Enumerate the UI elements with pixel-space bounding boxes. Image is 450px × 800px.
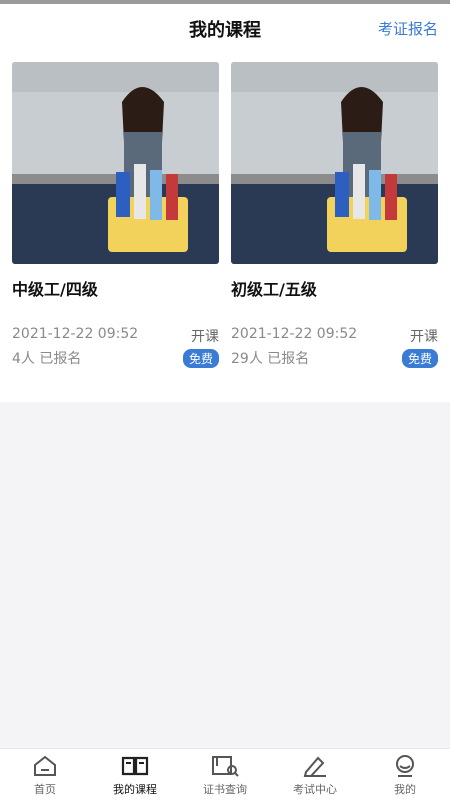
course-time-row: 2021-12-22 09:52 开课 — [231, 326, 438, 348]
course-datetime: 2021-12-22 09:52 — [231, 326, 358, 342]
course-enroll-row: 29人 已报名 免费 — [231, 348, 438, 370]
course-time-row: 2021-12-22 09:52 开课 — [12, 326, 219, 348]
free-badge: 免费 — [401, 349, 438, 368]
tab-home[interactable]: 首页 — [0, 749, 90, 800]
course-datetime: 2021-12-22 09:52 — [12, 326, 139, 342]
bottom-tabbar: 首页 我的课程 证书查询 考试中心 我的 — [0, 748, 450, 800]
course-enrolled: 29人 已报名 — [231, 351, 310, 367]
course-thumbnail — [12, 62, 219, 264]
tab-label: 首页 — [34, 783, 56, 796]
tab-label: 考试中心 — [293, 783, 337, 796]
course-status: 开课 — [191, 329, 219, 345]
top-header: 我的课程 考证报名 — [0, 4, 450, 50]
home-icon — [0, 753, 90, 779]
tab-exam-center[interactable]: 考试中心 — [270, 749, 360, 800]
course-status: 开课 — [410, 329, 438, 345]
free-badge: 免费 — [182, 349, 219, 368]
tab-label: 证书查询 — [203, 783, 247, 796]
pen-icon — [270, 753, 360, 779]
tab-certificate-search[interactable]: 证书查询 — [180, 749, 270, 800]
tab-label: 我的 — [394, 783, 416, 796]
course-title: 中级工/四级 — [12, 280, 98, 299]
course-grid: 中级工/四级 2021-12-22 09:52 开课 4人 已报名 免费 初级工… — [0, 50, 450, 402]
course-thumbnail — [231, 62, 438, 264]
course-card[interactable]: 中级工/四级 2021-12-22 09:52 开课 4人 已报名 免费 — [12, 62, 219, 370]
tab-my-courses[interactable]: 我的课程 — [90, 749, 180, 800]
course-enrolled: 4人 已报名 — [12, 351, 82, 367]
course-title: 初级工/五级 — [231, 280, 317, 299]
tab-label: 我的课程 — [113, 783, 157, 796]
book-icon — [90, 753, 180, 779]
course-enroll-row: 4人 已报名 免费 — [12, 348, 219, 370]
exam-signup-link[interactable]: 考证报名 — [378, 18, 438, 39]
tab-profile[interactable]: 我的 — [360, 749, 450, 800]
profile-icon — [360, 753, 450, 779]
course-card[interactable]: 初级工/五级 2021-12-22 09:52 开课 29人 已报名 免费 — [231, 62, 438, 370]
certificate-search-icon — [180, 753, 270, 779]
